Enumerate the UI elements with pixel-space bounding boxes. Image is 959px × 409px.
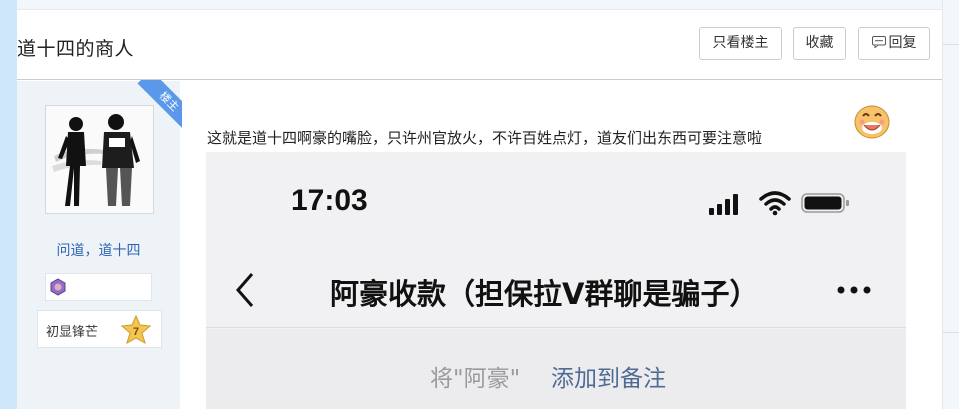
post-panel: 道十四的商人 只看楼主 收藏 回复 问道，道十四 初显锋芒 7 楼主 这就是道十… (17, 10, 942, 409)
level-number: 7 (133, 326, 139, 338)
medal-box (45, 273, 152, 301)
more-dots-icon[interactable] (836, 285, 872, 295)
level-title: 初显锋芒 (46, 325, 99, 340)
chat-title: 阿豪收款（担保拉V群聊是骗子） (330, 277, 759, 311)
signal-icon (709, 194, 738, 215)
left-edge-strip (0, 0, 17, 409)
smile-emoji-icon (854, 105, 890, 139)
level-box: 初显锋芒 7 (37, 310, 162, 348)
top-bar (17, 0, 942, 10)
post-title: 道十四的商人 (17, 38, 135, 60)
back-chevron-icon[interactable] (234, 270, 256, 310)
reply-button[interactable]: 回复 (858, 27, 930, 60)
embedded-screenshot[interactable]: 17:03 阿豪收款（担保拉V群聊是骗子） 将"阿豪" 添加到备注 (206, 152, 906, 409)
phone-time: 17:03 (291, 184, 368, 217)
reply-button-label: 回复 (888, 35, 917, 51)
level-star-icon: 7 (120, 314, 152, 345)
only-author-button[interactable]: 只看楼主 (699, 27, 782, 60)
author-corner-badge: 楼主 (132, 80, 182, 130)
favorite-button[interactable]: 收藏 (793, 27, 846, 60)
add-remark-link[interactable]: 添加到备注 (551, 359, 666, 393)
battery-icon (801, 193, 849, 213)
right-side-column (942, 0, 959, 409)
remark-prefix: 将"阿豪" (430, 366, 521, 392)
wifi-icon (759, 191, 791, 216)
corner-badge-label: 楼主 (137, 80, 182, 130)
post-text: 这就是道十四啊豪的嘴脸，只许州官放火，不许百姓点灯，道友们出东西可要注意啦 (207, 129, 763, 147)
medal-icon (50, 278, 66, 296)
author-column: 问道，道十四 初显锋芒 7 (17, 81, 180, 409)
author-name-link[interactable]: 问道，道十四 (17, 240, 180, 260)
post-header: 道十四的商人 只看楼主 收藏 回复 (17, 10, 942, 80)
comment-icon (871, 36, 886, 48)
